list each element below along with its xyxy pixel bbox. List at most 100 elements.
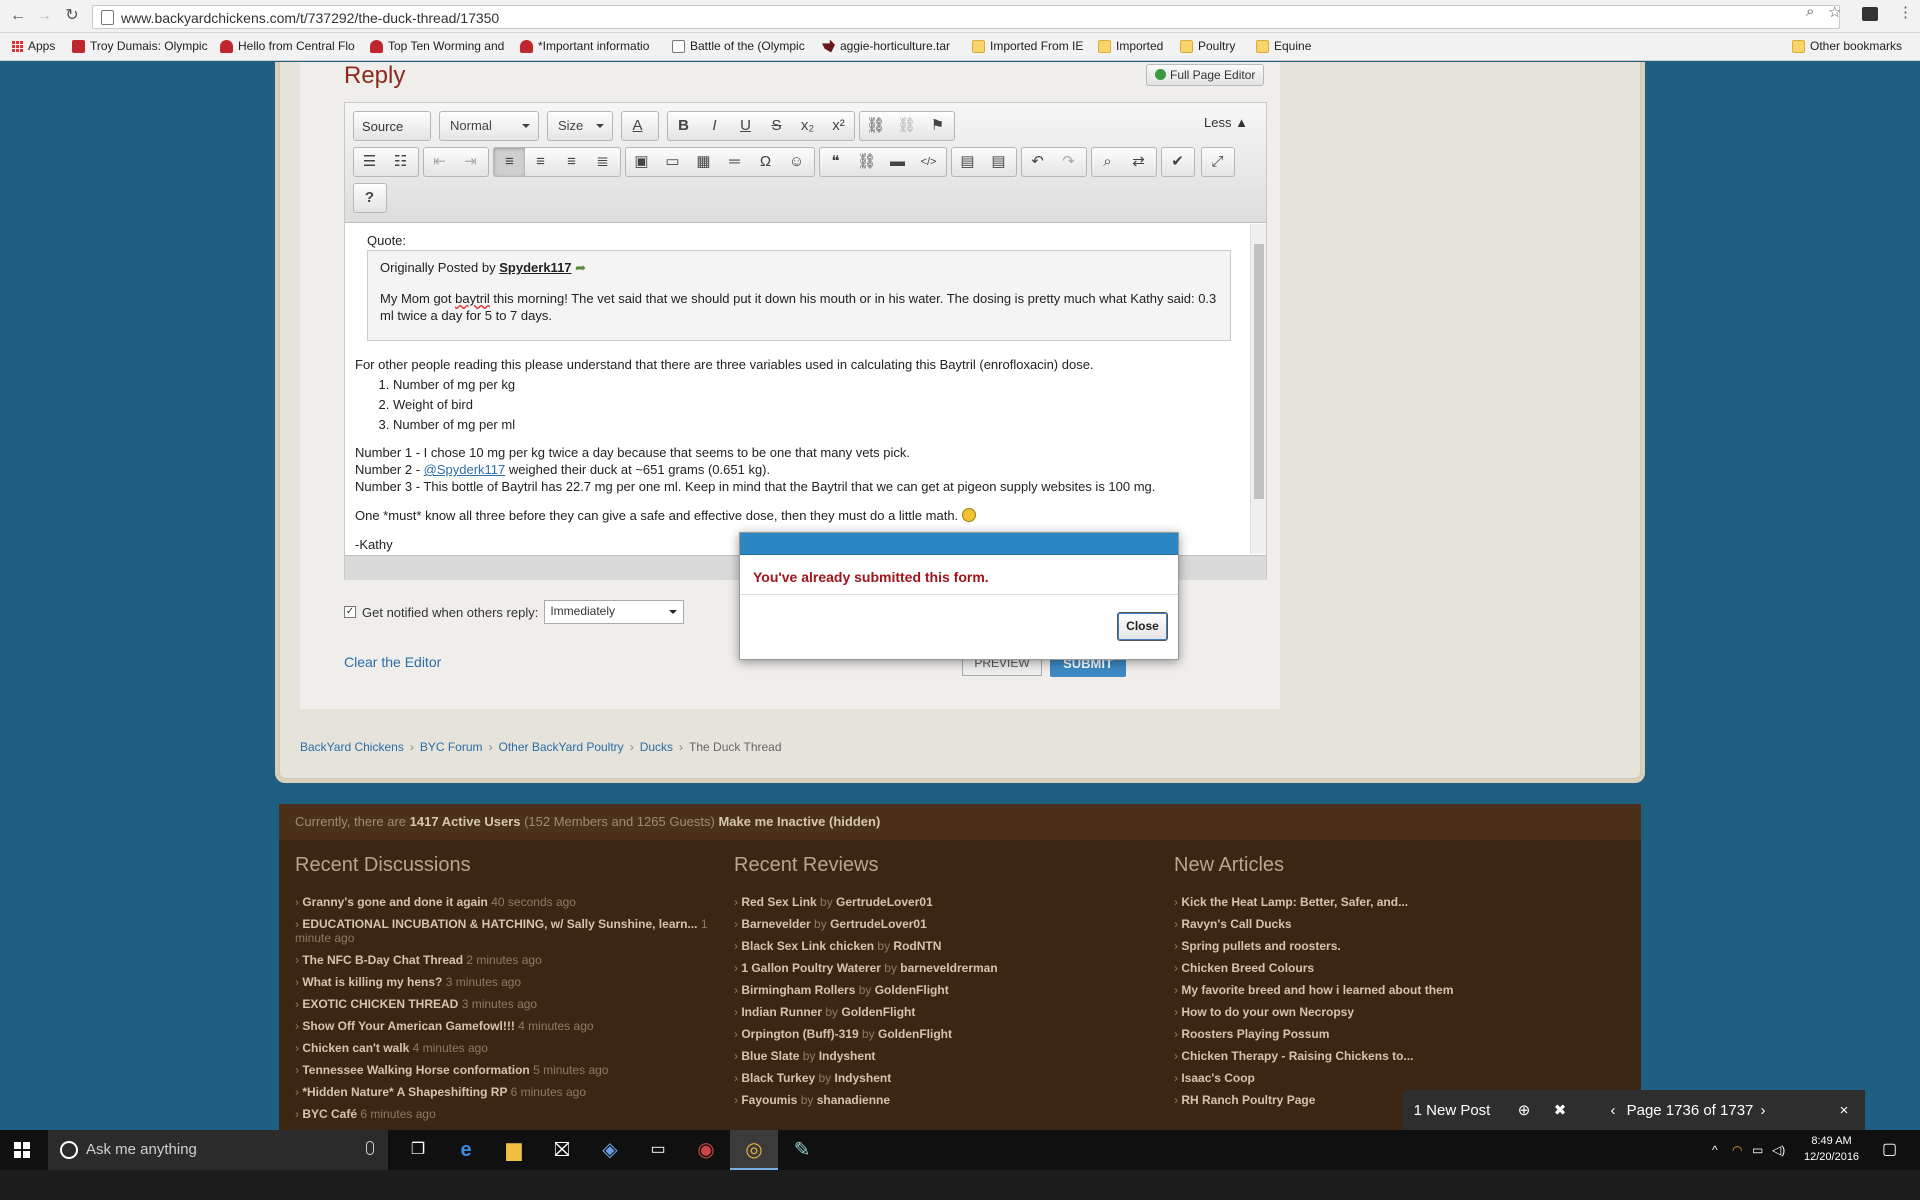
numbered-list-icon[interactable]: ☰ bbox=[354, 148, 385, 176]
discussion-item[interactable]: *Hidden Nature* A Shapeshifting RP 6 min… bbox=[295, 1081, 715, 1103]
cortana-search[interactable]: Ask me anything bbox=[48, 1130, 388, 1170]
review-title[interactable]: Orpington (Buff)-319 bbox=[741, 1027, 858, 1041]
review-item[interactable]: Barnevelder by GertrudeLover01 bbox=[734, 913, 1154, 935]
code-icon[interactable]: </> bbox=[913, 148, 944, 176]
review-title[interactable]: Barnevelder bbox=[741, 917, 810, 931]
review-item[interactable]: Indian Runner by GoldenFlight bbox=[734, 1001, 1154, 1023]
file-explorer-icon[interactable]: ▆ bbox=[490, 1130, 538, 1170]
review-title[interactable]: Red Sex Link bbox=[741, 895, 816, 909]
discussion-item[interactable]: What is killing my hens? 3 minutes ago bbox=[295, 971, 715, 993]
review-author[interactable]: shanadienne bbox=[817, 1093, 890, 1107]
clock[interactable]: 8:49 AM 12/20/2016 bbox=[1804, 1133, 1859, 1165]
paste-word-icon[interactable]: ▤ bbox=[983, 148, 1014, 176]
align-center-icon[interactable]: ≡ bbox=[525, 148, 556, 176]
replace-icon[interactable]: ⇄ bbox=[1123, 148, 1154, 176]
tray-arrow-icon[interactable]: ^ bbox=[1712, 1130, 1718, 1170]
wifi-icon[interactable]: ◠ bbox=[1732, 1130, 1742, 1170]
align-right-icon[interactable]: ≡ bbox=[556, 148, 587, 176]
clear-editor-link[interactable]: Clear the Editor bbox=[344, 654, 441, 670]
windows-start-icon[interactable] bbox=[14, 1142, 30, 1158]
review-item[interactable]: Fayoumis by shanadienne bbox=[734, 1089, 1154, 1111]
article-item[interactable]: Chicken Therapy - Raising Chickens to... bbox=[1174, 1045, 1594, 1067]
discussion-item[interactable]: Granny's gone and done it again 40 secon… bbox=[295, 891, 715, 913]
menu-icon[interactable]: ⋮ bbox=[1898, 3, 1913, 21]
review-author[interactable]: GoldenFlight bbox=[841, 1005, 915, 1019]
user-mention[interactable]: @Spyderk117 bbox=[424, 462, 506, 477]
discussion-title[interactable]: BYC Café bbox=[302, 1107, 357, 1121]
strikethrough-icon[interactable]: S bbox=[761, 112, 792, 140]
discussion-item[interactable]: EXOTIC CHICKEN THREAD 3 minutes ago bbox=[295, 993, 715, 1015]
underline-icon[interactable]: U bbox=[730, 112, 761, 140]
discussion-item[interactable]: Chicken can't walk 4 minutes ago bbox=[295, 1037, 715, 1059]
close-icon[interactable]: × bbox=[1831, 1090, 1857, 1132]
window-app-icon[interactable]: ▭ bbox=[634, 1130, 682, 1170]
article-item[interactable]: Kick the Heat Lamp: Better, Safer, and..… bbox=[1174, 891, 1594, 913]
smiley-icon[interactable]: ☺ bbox=[781, 148, 812, 176]
source-button[interactable]: Source bbox=[353, 111, 431, 141]
superscript-icon[interactable]: x² bbox=[823, 112, 854, 140]
text-color-button[interactable]: A bbox=[621, 111, 659, 141]
article-item[interactable]: Roosters Playing Possum bbox=[1174, 1023, 1594, 1045]
maximize-button[interactable]: ⤢ bbox=[1201, 147, 1235, 177]
new-post-link[interactable]: 1 New Post bbox=[1409, 1090, 1495, 1132]
paint-app-icon[interactable]: ✎ bbox=[778, 1130, 826, 1170]
link-icon[interactable]: ⛓ bbox=[851, 148, 882, 176]
edge-icon[interactable]: e bbox=[442, 1130, 490, 1170]
horizontal-rule-icon[interactable]: ═ bbox=[719, 148, 750, 176]
review-title[interactable]: 1 Gallon Poultry Waterer bbox=[741, 961, 881, 975]
bookmark-apps[interactable]: Apps bbox=[12, 39, 62, 53]
review-item[interactable]: Black Turkey by Indyshent bbox=[734, 1067, 1154, 1089]
discussion-title[interactable]: Granny's gone and done it again bbox=[302, 895, 488, 909]
outdent-icon[interactable]: ⇤ bbox=[424, 148, 455, 176]
review-author[interactable]: RodNTN bbox=[893, 939, 941, 953]
paste-text-icon[interactable]: ▤ bbox=[952, 148, 983, 176]
italic-icon[interactable]: I bbox=[699, 112, 730, 140]
dialog-close-button[interactable]: Close bbox=[1117, 612, 1168, 641]
article-item[interactable]: How to do your own Necropsy bbox=[1174, 1001, 1594, 1023]
go-to-post-icon[interactable]: ➦ bbox=[575, 260, 586, 275]
prev-page-icon[interactable]: ‹ bbox=[1603, 1090, 1623, 1132]
review-author[interactable]: barneveldrerman bbox=[900, 961, 997, 975]
review-title[interactable]: Birmingham Rollers bbox=[741, 983, 855, 997]
discussion-title[interactable]: The NFC B-Day Chat Thread bbox=[302, 953, 463, 967]
tools-icon[interactable]: ✖ bbox=[1545, 1090, 1575, 1132]
breadcrumb-item[interactable]: BackYard Chickens bbox=[300, 740, 404, 754]
article-item[interactable]: Ravyn's Call Ducks bbox=[1174, 913, 1594, 935]
back-icon[interactable]: ← bbox=[8, 6, 28, 26]
blockquote-icon[interactable]: ❝ bbox=[820, 148, 851, 176]
reload-icon[interactable]: ↻ bbox=[62, 6, 82, 26]
bookmark-top-ten-worming[interactable]: Top Ten Worming and bbox=[370, 39, 510, 53]
bulleted-list-icon[interactable]: ☷ bbox=[385, 148, 416, 176]
zoom-icon[interactable]: ⌕ bbox=[1806, 3, 1814, 20]
discussion-item[interactable]: The NFC B-Day Chat Thread 2 minutes ago bbox=[295, 949, 715, 971]
bookmark-aggie-horticulture[interactable]: aggie-horticulture.tar bbox=[822, 39, 958, 53]
bookmark-folder-imported-ie[interactable]: Imported From IE bbox=[972, 39, 1090, 53]
notifications-icon[interactable]: ▢ bbox=[1882, 1130, 1897, 1170]
quote-author[interactable]: Spyderk117 bbox=[499, 260, 571, 275]
review-item[interactable]: 1 Gallon Poultry Waterer by barneveldrer… bbox=[734, 957, 1154, 979]
discussion-title[interactable]: EDUCATIONAL INCUBATION & HATCHING, w/ Sa… bbox=[302, 917, 697, 931]
review-title[interactable]: Blue Slate bbox=[741, 1049, 799, 1063]
bookmark-folder-equine[interactable]: Equine bbox=[1256, 39, 1326, 53]
store-icon[interactable]: ⛝ bbox=[538, 1130, 586, 1170]
review-item[interactable]: Red Sex Link by GertrudeLover01 bbox=[734, 891, 1154, 913]
comment-icon[interactable]: ▬ bbox=[882, 148, 913, 176]
review-title[interactable]: Black Sex Link chicken bbox=[741, 939, 874, 953]
plus-circle-icon[interactable]: ⊕ bbox=[1509, 1090, 1539, 1132]
volume-icon[interactable]: ◁) bbox=[1772, 1130, 1785, 1170]
editor-content[interactable]: Quote: Originally Posted by Spyderk117 ➦… bbox=[345, 224, 1250, 554]
review-item[interactable]: Black Sex Link chicken by RodNTN bbox=[734, 935, 1154, 957]
bookmark-battle-olympic[interactable]: Battle of the (Olympic bbox=[672, 39, 812, 53]
review-title[interactable]: Fayoumis bbox=[741, 1093, 797, 1107]
less-toggle[interactable]: Less ▲ bbox=[1204, 115, 1248, 130]
bookmark-important-info[interactable]: *Important informatio bbox=[520, 39, 658, 53]
breadcrumb-item[interactable]: BYC Forum bbox=[420, 740, 483, 754]
breadcrumb-item[interactable]: Ducks bbox=[640, 740, 673, 754]
bookmark-hello-central-fl[interactable]: Hello from Central Flo bbox=[220, 39, 360, 53]
review-item[interactable]: Orpington (Buff)-319 by GoldenFlight bbox=[734, 1023, 1154, 1045]
review-author[interactable]: GertrudeLover01 bbox=[836, 895, 933, 909]
breadcrumb-item[interactable]: Other BackYard Poultry bbox=[499, 740, 624, 754]
next-page-icon[interactable]: › bbox=[1753, 1090, 1773, 1132]
help-button[interactable]: ? bbox=[353, 183, 387, 213]
forward-icon[interactable]: → bbox=[34, 6, 54, 26]
